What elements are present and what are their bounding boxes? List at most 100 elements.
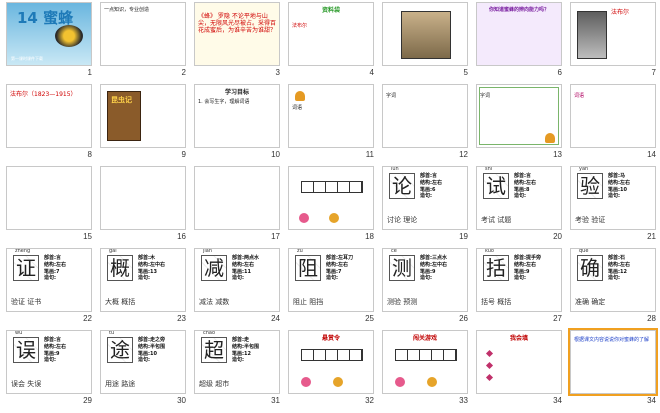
hanzi-char: 超 xyxy=(201,337,227,363)
slide-preview xyxy=(288,166,374,230)
hanzi-char: 验 xyxy=(577,173,603,199)
info-line: 部首:言 xyxy=(420,173,437,179)
example-words: 阻止 阻挡 xyxy=(293,298,324,306)
slide-preview: zǔ 阻 部首:左耳刀 结构:左右 笔画:7 造句: 阻止 阻挡 xyxy=(288,248,374,312)
slide-thumb-1[interactable]: 14 蜜蜂 第一课时课件下载 1 xyxy=(2,0,96,82)
info-line: 部首:木 xyxy=(138,255,155,261)
slide-thumb-32[interactable]: 悬赏令 32 xyxy=(284,328,378,410)
slide-thumb-2[interactable]: 一点知识，专业创造 2 xyxy=(96,0,190,82)
slide-number: 12 xyxy=(459,150,468,159)
slide-thumb-28[interactable]: què 确 部首:石 结构:左右 笔画:12 造句: 准确 确定 28 xyxy=(566,246,660,328)
slide-title: 学习目标 xyxy=(224,89,249,96)
slide-thumb-14[interactable]: 词语 14 xyxy=(566,82,660,164)
slide-number: 8 xyxy=(87,150,92,159)
slide-thumb-20[interactable]: shì 试 部首:言 结构:左右 笔画:8 造句: 考试 试题 20 xyxy=(472,164,566,246)
slide-text: 字词 xyxy=(480,93,491,99)
info-line: 造句: xyxy=(514,275,526,282)
char-info: 部首:两点水 结构:左右 笔画:11 造句: xyxy=(232,255,259,282)
slide-thumb-27[interactable]: kuò 括 部首:提手旁 结构:左右 笔画:9 造句: 括号 概括 27 xyxy=(472,246,566,328)
slide-preview: tú 途 部首:走之旁 结构:半包围 笔画:10 造句: 用途 路途 xyxy=(100,330,186,394)
slide-thumb-31[interactable]: chāo 超 部首:走 结构:半包围 笔画:12 造句: 超级 超市 31 xyxy=(190,328,284,410)
pinyin-label: gài xyxy=(109,248,117,254)
char-info: 部首:言 结构:左右 笔画:9 造句: xyxy=(44,337,66,364)
slide-thumb-12[interactable]: 字词 12 xyxy=(378,82,472,164)
slide-thumb-8[interactable]: 法布尔（1823—1915） 8 xyxy=(2,82,96,164)
slide-thumb-22[interactable]: zhèng 证 部首:言 结构:左右 笔画:7 造句: 验证 证书 22 xyxy=(2,246,96,328)
slide-preview xyxy=(6,166,92,230)
slide-thumb-6[interactable]: 你知道蜜蜂的辨向能力吗？ 6 xyxy=(472,0,566,82)
slide-text: 根据课文内容说说你对蜜蜂的了解 xyxy=(574,337,650,343)
hanzi-char: 阻 xyxy=(295,255,321,281)
slide-thumb-33[interactable]: 闯关游戏 33 xyxy=(378,328,472,410)
slide-number: 29 xyxy=(83,396,92,405)
info-line: 造句: xyxy=(138,275,150,282)
slide-thumb-29[interactable]: wù 误 部首:言 结构:左右 笔画:9 造句: 误会 失误 29 xyxy=(2,328,96,410)
info-line: 结构:左右 xyxy=(232,261,254,268)
slide-preview: què 确 部首:石 结构:左右 笔画:12 造句: 准确 确定 xyxy=(570,248,656,312)
char-info: 部首:走之旁 结构:半包围 笔画:10 造句: xyxy=(138,337,165,364)
slide-number: 31 xyxy=(271,396,280,405)
pinyin-label: wù xyxy=(15,330,23,336)
slide-number: 3 xyxy=(275,68,280,77)
slide-thumb-16[interactable]: 16 xyxy=(96,164,190,246)
slide-thumb-7[interactable]: 法布尔 7 xyxy=(566,0,660,82)
slide-thumb-4[interactable]: 资料袋 法布尔 4 xyxy=(284,0,378,82)
slide-number: 17 xyxy=(271,232,280,241)
slide-thumb-35[interactable]: 根据课文内容说说你对蜜蜂的了解 34 xyxy=(566,328,660,410)
slide-thumb-10[interactable]: 学习目标 1. 会写生字，理解词语 10 xyxy=(190,82,284,164)
char-info: 部首:言 结构:左右 笔画:8 造句: xyxy=(514,173,536,200)
word-table xyxy=(301,349,363,361)
pinyin-label: tú xyxy=(109,330,115,336)
slide-preview: 资料袋 法布尔 xyxy=(288,2,374,66)
slide-thumb-5[interactable]: 5 xyxy=(378,0,472,82)
slide-thumb-25[interactable]: zǔ 阻 部首:左耳刀 结构:左右 笔画:7 造句: 阻止 阻挡 25 xyxy=(284,246,378,328)
pinyin-label: lùn xyxy=(391,166,399,172)
example-words: 误会 失误 xyxy=(11,380,42,388)
lamp-icon xyxy=(295,91,305,101)
info-line: 部首:石 xyxy=(608,255,625,261)
slide-thumb-34[interactable]: 我会填 34 xyxy=(472,328,566,410)
hanzi-char: 误 xyxy=(13,337,39,363)
slide-number: 20 xyxy=(553,232,562,241)
pinyin-label: yàn xyxy=(579,166,589,172)
slide-number: 25 xyxy=(365,314,374,323)
slide-number: 32 xyxy=(365,396,374,405)
slide-thumb-15[interactable]: 15 xyxy=(2,164,96,246)
info-line: 结构:左中右 xyxy=(138,261,166,268)
flower-icon xyxy=(333,377,343,387)
heart-icon xyxy=(485,373,494,382)
heart-icon xyxy=(485,349,494,358)
info-line: 结构:左右 xyxy=(608,179,630,186)
slide-thumb-21[interactable]: yàn 验 部首:马 结构:左右 笔画:10 造句: 考验 验证 21 xyxy=(566,164,660,246)
slide-thumb-11[interactable]: 词语 11 xyxy=(284,82,378,164)
slide-thumb-23[interactable]: gài 概 部首:木 结构:左中右 笔画:13 造句: 大概 概括 23 xyxy=(96,246,190,328)
slide-thumb-13[interactable]: 字词 13 xyxy=(472,82,566,164)
slide-number: 5 xyxy=(463,68,468,77)
slide-preview xyxy=(194,166,280,230)
hanzi-char: 括 xyxy=(483,255,509,281)
slide-thumb-9[interactable]: 昆虫记 9 xyxy=(96,82,190,164)
slide-text: 法布尔 xyxy=(292,23,308,29)
slide-thumb-3[interactable]: 《蜂》 罗隐 不论平地与山尖，无限风光尽被占。采得百花成蜜后，为谁辛苦为谁甜？ … xyxy=(190,0,284,82)
example-words: 减法 减数 xyxy=(199,298,230,306)
flower-icon xyxy=(299,213,309,223)
slide-number: 14 xyxy=(647,150,656,159)
example-words: 验证 证书 xyxy=(11,298,42,306)
slide-thumb-18[interactable]: 18 xyxy=(284,164,378,246)
info-line: 结构:左右 xyxy=(608,261,630,268)
info-line: 造句: xyxy=(608,193,620,200)
slide-thumb-17[interactable]: 17 xyxy=(190,164,284,246)
slide-thumb-26[interactable]: cè 测 部首:三点水 结构:左中右 笔画:9 造句: 测验 预测 26 xyxy=(378,246,472,328)
hanzi-char: 途 xyxy=(107,337,133,363)
slide-thumb-24[interactable]: jiǎn 减 部首:两点水 结构:左右 笔画:11 造句: 减法 减数 24 xyxy=(190,246,284,328)
char-info: 部首:木 结构:左中右 笔画:13 造句: xyxy=(138,255,165,282)
slide-preview: cè 测 部首:三点水 结构:左中右 笔画:9 造句: 测验 预测 xyxy=(382,248,468,312)
slide-preview xyxy=(100,166,186,230)
slide-thumb-30[interactable]: tú 途 部首:走之旁 结构:半包围 笔画:10 造句: 用途 路途 30 xyxy=(96,328,190,410)
slide-thumb-19[interactable]: lùn 论 部首:言 结构:左右 笔画:6 造句: 讨论 理论 19 xyxy=(378,164,472,246)
slide-number: 2 xyxy=(181,68,186,77)
info-line: 造句: xyxy=(44,275,56,282)
slide-preview: 词语 xyxy=(570,84,656,148)
slide-preview: jiǎn 减 部首:两点水 结构:左右 笔画:11 造句: 减法 减数 xyxy=(194,248,280,312)
slide-number: 34 xyxy=(647,396,656,405)
